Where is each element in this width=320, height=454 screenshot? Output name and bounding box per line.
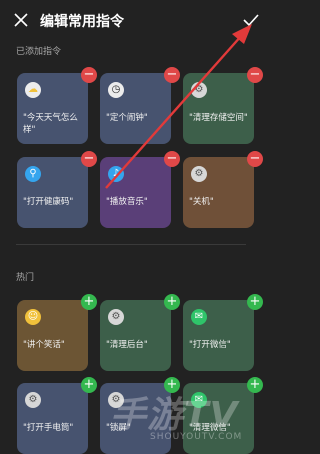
smile-icon: ☺ — [25, 309, 41, 325]
watermark-logo: 手游TV — [110, 395, 239, 436]
command-label: "讲个笑话" — [23, 340, 65, 350]
music-icon: ♪ — [108, 166, 124, 182]
section-title-added: 已添加指令 — [16, 47, 62, 57]
command-label: "打开健康码" — [23, 197, 74, 207]
command-card-weather[interactable]: ☁ "今天天气怎么样" — [17, 73, 88, 144]
power-icon: ⚙ — [191, 166, 207, 182]
gear-icon: ⚙ — [25, 392, 41, 408]
command-label: "今天天气怎么样" — [23, 113, 78, 135]
health-code-icon: ⚲ — [25, 166, 41, 182]
add-button[interactable]: + — [81, 377, 97, 393]
command-card-health-code[interactable]: ⚲ "打开健康码" — [17, 157, 88, 228]
command-label: "播放音乐" — [106, 197, 148, 207]
command-label: "定个闹钟" — [106, 113, 148, 123]
command-card-clean-storage[interactable]: ⚙ "清理存储空间" — [183, 73, 254, 144]
command-label: "关机" — [189, 197, 214, 207]
section-divider — [16, 244, 246, 245]
page-title: 编辑常用指令 — [40, 14, 124, 30]
command-card-open-wechat[interactable]: ✉ "打开微信" — [183, 300, 254, 371]
add-button[interactable]: + — [247, 377, 263, 393]
confirm-check-icon[interactable] — [243, 13, 259, 27]
weather-icon: ☁ — [25, 82, 41, 98]
add-button[interactable]: + — [81, 294, 97, 310]
remove-button[interactable]: − — [247, 67, 263, 83]
command-card-clear-background[interactable]: ⚙ "清理后台" — [100, 300, 171, 371]
command-card-alarm[interactable]: ◷ "定个闹钟" — [100, 73, 171, 144]
section-title-hot: 热门 — [16, 273, 35, 283]
add-button[interactable]: + — [164, 294, 180, 310]
add-button[interactable]: + — [247, 294, 263, 310]
gear-icon: ⚙ — [108, 309, 124, 325]
wechat-icon: ✉ — [191, 309, 207, 325]
remove-button[interactable]: − — [164, 67, 180, 83]
command-label: "打开手电筒" — [23, 423, 74, 433]
gear-icon: ⚙ — [191, 82, 207, 98]
alarm-clock-icon: ◷ — [108, 82, 124, 98]
command-card-power-off[interactable]: ⚙ "关机" — [183, 157, 254, 228]
command-card-flashlight[interactable]: ⚙ "打开手电筒" — [17, 383, 88, 454]
command-label: "清理存储空间" — [189, 113, 248, 123]
close-icon[interactable] — [14, 13, 28, 27]
top-bar: 编辑常用指令 — [0, 0, 262, 40]
command-label: "清理后台" — [106, 340, 148, 350]
remove-button[interactable]: − — [81, 151, 97, 167]
watermark-url: SHOUYOUTV.COM — [150, 432, 243, 442]
remove-button[interactable]: − — [81, 67, 97, 83]
remove-button[interactable]: − — [164, 151, 180, 167]
command-label: "打开微信" — [189, 340, 231, 350]
command-card-play-music[interactable]: ♪ "播放音乐" — [100, 157, 171, 228]
remove-button[interactable]: − — [247, 151, 263, 167]
command-card-tell-joke[interactable]: ☺ "讲个笑话" — [17, 300, 88, 371]
